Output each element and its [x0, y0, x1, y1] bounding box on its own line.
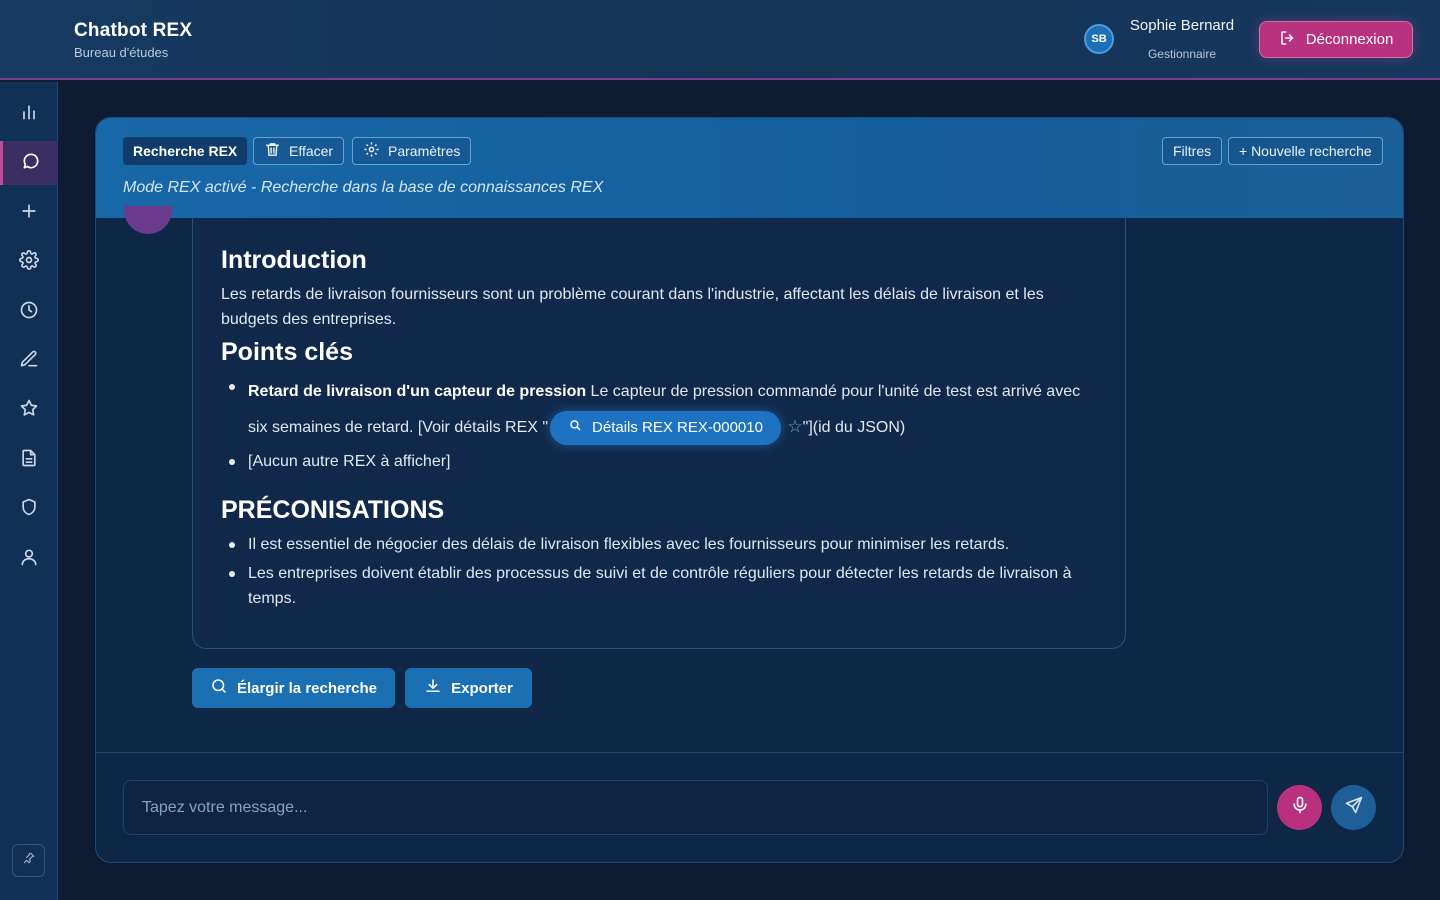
clear-button[interactable]: Effacer	[253, 137, 345, 165]
params-button[interactable]: Paramètres	[352, 137, 472, 165]
avatar[interactable]: SB	[1084, 24, 1114, 54]
clock-icon	[19, 300, 39, 325]
chat-bubble-icon	[21, 151, 41, 176]
pin-button[interactable]	[12, 844, 45, 877]
sidebar-item-favorites[interactable]	[0, 388, 58, 432]
top-header: Chatbot REX Bureau d'études SB Sophie Be…	[0, 0, 1440, 80]
sidebar-item-profile[interactable]	[0, 537, 58, 581]
send-icon	[1344, 795, 1364, 820]
export-button[interactable]: Exporter	[405, 668, 532, 708]
search-icon	[568, 410, 582, 445]
star-icon[interactable]: ☆	[787, 417, 802, 436]
brand: Chatbot REX Bureau d'études	[74, 20, 192, 60]
logout-icon	[1279, 29, 1297, 51]
message-area: Introduction Les retards de livraison fo…	[96, 206, 1403, 752]
message-input-wrapper	[123, 780, 1268, 835]
bot-avatar	[124, 206, 172, 234]
mode-status-text: Mode REX activé - Recherche dans la base…	[123, 179, 604, 196]
new-search-button[interactable]: + Nouvelle recherche	[1228, 137, 1383, 165]
document-icon	[19, 448, 39, 473]
bot-message-card: Introduction Les retards de livraison fo…	[192, 218, 1126, 649]
rex-search-tab[interactable]: Recherche REX	[123, 137, 248, 165]
sidebar-item-chat[interactable]	[0, 141, 58, 185]
sidebar-item-new[interactable]	[0, 191, 58, 235]
microphone-button[interactable]	[1277, 785, 1322, 830]
app-subtitle: Bureau d'études	[74, 45, 169, 60]
intro-text: Les retards de livraison fournisseurs so…	[221, 286, 1044, 328]
sidebar-item-settings[interactable]	[0, 240, 58, 284]
point-tail: "](id du JSON)	[802, 419, 906, 436]
sidebar-item-edit[interactable]	[0, 339, 58, 383]
star-icon	[19, 398, 39, 423]
clear-label: Effacer	[289, 143, 334, 159]
filters-button[interactable]: Filtres	[1162, 137, 1223, 165]
user-name: Sophie Bernard	[1129, 17, 1235, 34]
shield-icon	[19, 497, 39, 522]
panel-toolbar: Recherche REX Effacer Paramètres Filtres…	[96, 118, 1403, 218]
logout-button[interactable]: Déconnexion	[1259, 21, 1413, 58]
user-info: Sophie Bernard Gestionnaire	[1126, 17, 1238, 61]
list-item: Les entreprises doivent établir des proc…	[221, 561, 1101, 611]
chat-panel: Recherche REX Effacer Paramètres Filtres…	[95, 117, 1404, 863]
gear-icon	[19, 249, 39, 275]
list-item: Il est essentiel de négocier des délais …	[221, 532, 1101, 557]
export-label: Exporter	[451, 679, 513, 697]
gear-icon	[363, 141, 380, 161]
key-points-list: Retard de livraison d'un capteur de pres…	[221, 374, 1101, 474]
sidebar	[0, 82, 58, 900]
list-item: [Aucun autre REX à afficher]	[221, 449, 1101, 474]
intro-heading: Introduction	[221, 246, 367, 274]
message-input[interactable]	[124, 781, 1267, 834]
recommendations-heading: PRÉCONISATIONS	[221, 496, 445, 524]
logout-label: Déconnexion	[1305, 31, 1394, 48]
download-icon	[424, 677, 442, 699]
trash-icon	[264, 141, 281, 161]
params-label: Paramètres	[388, 143, 461, 159]
rex-details-link[interactable]: Détails REX REX-000010	[550, 410, 781, 445]
list-item: Retard de livraison d'un capteur de pres…	[221, 374, 1101, 445]
broaden-search-button[interactable]: Élargir la recherche	[192, 668, 395, 708]
point-title: Retard de livraison d'un capteur de pres…	[248, 383, 587, 400]
recommendations-list: Il est essentiel de négocier des délais …	[221, 532, 1101, 611]
pen-icon	[19, 349, 39, 374]
key-points-heading: Points clés	[221, 338, 353, 366]
rex-details-label: Détails REX REX-000010	[592, 419, 763, 437]
sidebar-item-security[interactable]	[0, 487, 58, 531]
user-role: Gestionnaire	[1147, 47, 1217, 61]
search-icon	[210, 677, 228, 699]
microphone-icon	[1290, 795, 1310, 820]
pin-icon	[22, 851, 36, 870]
sidebar-item-documents[interactable]	[0, 438, 58, 482]
broaden-search-label: Élargir la recherche	[236, 679, 378, 697]
plus-icon	[19, 201, 39, 226]
send-button[interactable]	[1331, 785, 1376, 830]
sidebar-item-stats[interactable]	[0, 92, 58, 136]
bar-chart-icon	[19, 102, 39, 127]
app-title: Chatbot REX	[74, 20, 193, 41]
user-icon	[19, 547, 39, 572]
sidebar-item-history[interactable]	[0, 290, 58, 334]
composer-divider	[96, 752, 1403, 753]
